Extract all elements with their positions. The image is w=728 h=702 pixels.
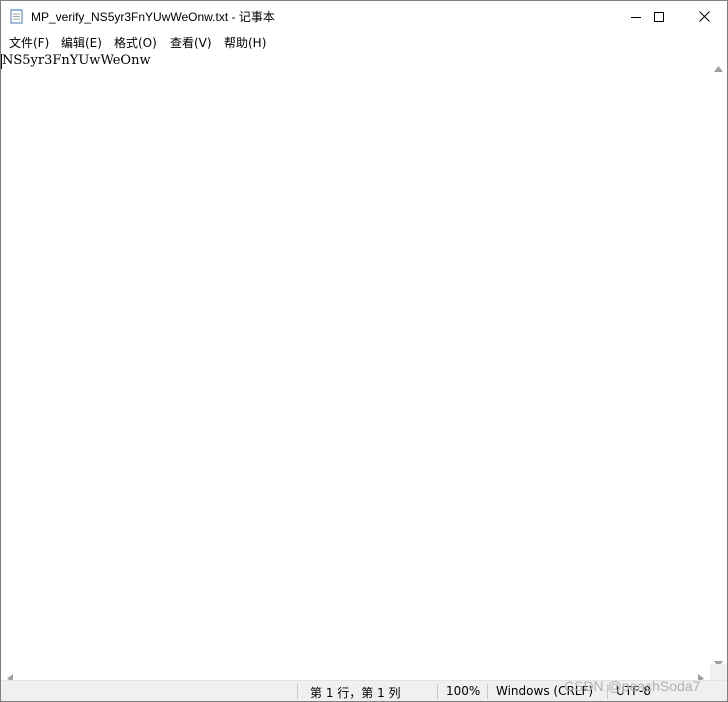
maximize-button[interactable] bbox=[636, 1, 682, 32]
watermark-text: CSDN @peachSoda7 bbox=[564, 678, 701, 694]
menu-file[interactable]: 文件(F) bbox=[9, 34, 49, 51]
title-bar[interactable]: MP_verify_NS5yr3FnYUwWeOnw.txt - 记事本 bbox=[1, 1, 727, 32]
text-editor[interactable]: NS5yr3FnYUwWeOnw bbox=[1, 51, 710, 664]
menu-format[interactable]: 格式(O) bbox=[114, 34, 157, 51]
status-divider bbox=[297, 684, 298, 699]
editor-content[interactable]: NS5yr3FnYUwWeOnw bbox=[2, 53, 151, 68]
close-button[interactable] bbox=[681, 1, 727, 32]
close-icon bbox=[698, 11, 710, 22]
zoom-level: 100% bbox=[446, 684, 481, 698]
maximize-icon bbox=[654, 11, 664, 22]
notepad-icon bbox=[10, 8, 24, 24]
menu-bar: 文件(F) 编辑(E) 格式(O) 查看(V) 帮助(H) bbox=[1, 32, 727, 51]
cursor-position: 第 1 行，第 1 列 bbox=[310, 686, 401, 700]
menu-view[interactable]: 查看(V) bbox=[170, 34, 212, 51]
menu-help[interactable]: 帮助(H) bbox=[224, 34, 266, 51]
status-divider bbox=[487, 684, 488, 699]
scrollbar-corner bbox=[710, 664, 727, 680]
window-title: MP_verify_NS5yr3FnYUwWeOnw.txt - 记事本 bbox=[31, 10, 275, 24]
scroll-up-icon[interactable] bbox=[714, 57, 723, 76]
menu-edit[interactable]: 编辑(E) bbox=[61, 34, 102, 51]
notepad-window: MP_verify_NS5yr3FnYUwWeOnw.txt - 记事本 文件(… bbox=[0, 0, 728, 702]
vertical-scrollbar[interactable] bbox=[710, 51, 727, 667]
status-divider bbox=[437, 684, 438, 699]
